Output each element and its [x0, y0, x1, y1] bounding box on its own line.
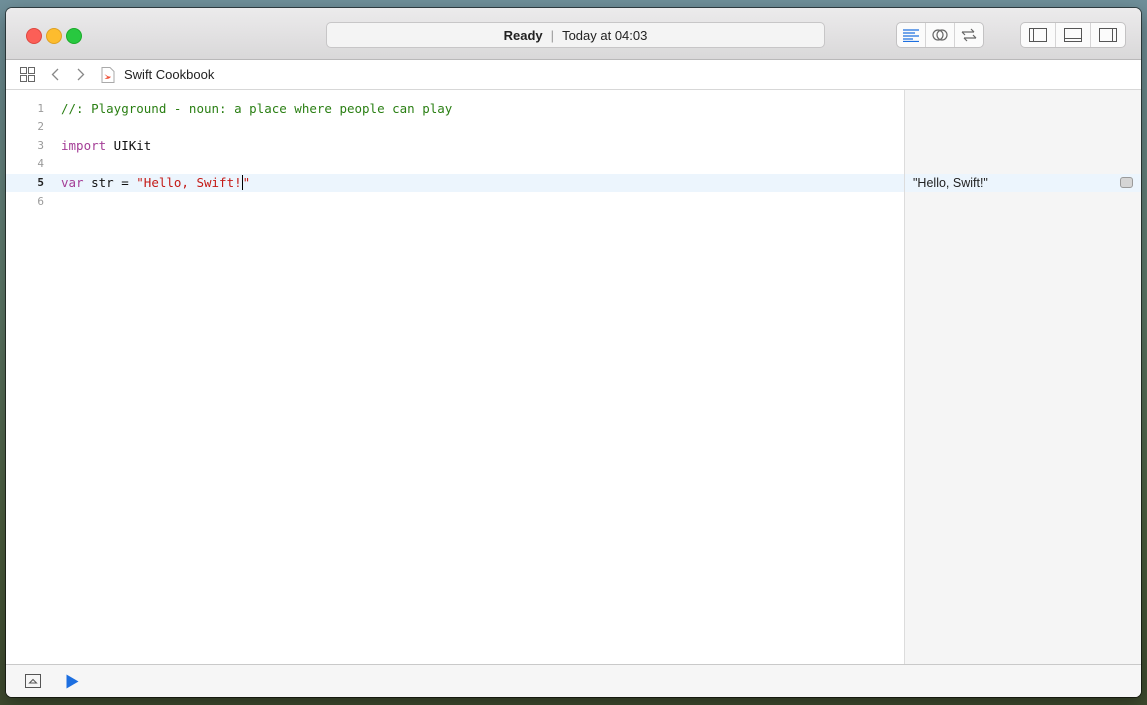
toolbar: Ready | Today at 04:03: [6, 8, 1141, 60]
show-debug-area-icon[interactable]: [25, 674, 41, 693]
code-identifier: UIKit: [106, 138, 152, 153]
playground-window: Ready | Today at 04:03 Swift Cookbook 1 …: [6, 8, 1141, 697]
line-number: 6: [37, 195, 44, 208]
minimize-button[interactable]: [46, 28, 62, 44]
line-number: 4: [37, 157, 44, 170]
close-button[interactable]: [26, 28, 42, 44]
editor-assistant-icon: [931, 27, 949, 43]
code-line[interactable]: 4: [6, 155, 904, 173]
editor-mode-group: [896, 22, 984, 48]
line-number: 3: [37, 139, 44, 152]
line-number: 5: [37, 176, 44, 189]
swift-file-icon: [100, 66, 116, 83]
current-code-line[interactable]: 5 var str = "Hello, Swift!": [6, 174, 904, 192]
code-keyword: import: [61, 138, 107, 153]
result-value[interactable]: "Hello, Swift!": [913, 174, 988, 192]
result-row: "Hello, Swift!": [905, 174, 1141, 192]
debug-area-toggle-button[interactable]: [1056, 23, 1091, 47]
jump-bar: Swift Cookbook: [6, 60, 1141, 90]
zoom-button[interactable]: [66, 28, 82, 44]
code-line[interactable]: 1 //: Playground - noun: a place where p…: [6, 100, 904, 118]
run-play-icon[interactable]: [66, 674, 79, 694]
source-editor[interactable]: 1 //: Playground - noun: a place where p…: [6, 90, 904, 664]
editor-standard-icon: [902, 28, 920, 42]
view-toggle-group: [1020, 22, 1126, 48]
jump-bar-file-name[interactable]: Swift Cookbook: [124, 67, 214, 82]
utilities-toggle-button[interactable]: [1091, 23, 1125, 47]
code-line[interactable]: 2: [6, 118, 904, 136]
back-chevron-icon[interactable]: [48, 68, 62, 81]
activity-viewer: Ready | Today at 04:03: [326, 22, 825, 48]
status-text: Ready: [503, 27, 543, 43]
editor-version-icon: [959, 28, 979, 42]
assistant-editor-button[interactable]: [926, 23, 955, 47]
line-number: 1: [37, 102, 44, 115]
text-caret: [241, 175, 243, 190]
navigator-toggle-button[interactable]: [1021, 23, 1056, 47]
code-line[interactable]: 6: [6, 193, 904, 211]
code-keyword: var: [61, 175, 84, 190]
code-line[interactable]: 3 import UIKit: [6, 137, 904, 155]
code-string: "Hello, Swift!": [136, 175, 251, 190]
quick-look-icon[interactable]: [1120, 177, 1133, 188]
navigator-toggle-icon: [1029, 28, 1047, 42]
utilities-toggle-icon: [1099, 28, 1117, 42]
debug-area-toggle-icon: [1064, 28, 1082, 42]
status-separator: |: [550, 27, 555, 43]
version-editor-button[interactable]: [955, 23, 983, 47]
line-number: 2: [37, 120, 44, 133]
forward-chevron-icon[interactable]: [74, 68, 88, 81]
debug-bar: [6, 664, 1141, 697]
results-sidebar: "Hello, Swift!": [904, 90, 1141, 664]
standard-editor-button[interactable]: [897, 23, 926, 47]
code-plain: str =: [83, 175, 137, 190]
related-items-icon[interactable]: [18, 67, 36, 82]
status-timestamp: Today at 04:03: [562, 27, 648, 43]
code-comment: //: Playground - noun: a place where peo…: [61, 101, 453, 116]
